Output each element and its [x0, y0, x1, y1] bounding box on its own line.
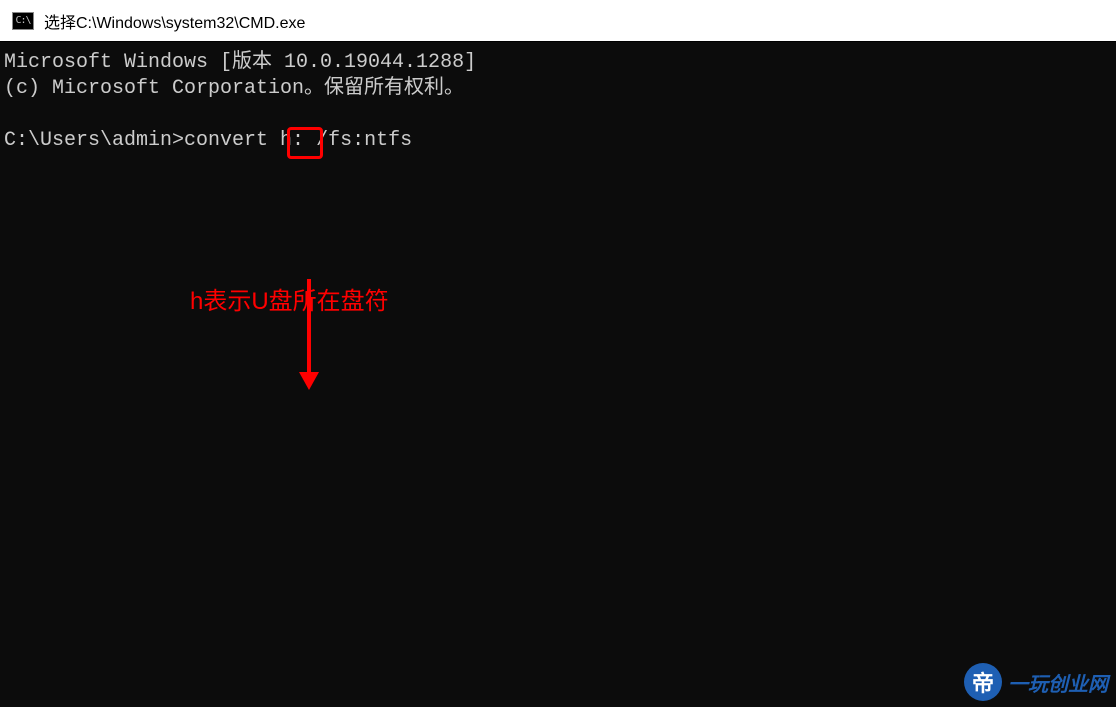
terminal-output-line: (c) Microsoft Corporation。保留所有权利。 — [4, 76, 1112, 102]
terminal-blank-line — [4, 102, 1112, 128]
watermark-icon: 帝 — [964, 663, 1002, 701]
command-highlighted: h: — [280, 129, 304, 152]
prompt: C:\Users\admin> — [4, 129, 184, 152]
window-title-bar[interactable]: C:\ 选择C:\Windows\system32\CMD.exe — [0, 0, 1116, 42]
cmd-icon: C:\ — [12, 12, 34, 30]
watermark-text: 一玩创业网 — [1008, 668, 1108, 697]
command-text: convert — [184, 129, 280, 152]
terminal-output-line: Microsoft Windows [版本 10.0.19044.1288] — [4, 50, 1112, 76]
terminal-area[interactable]: Microsoft Windows [版本 10.0.19044.1288] (… — [0, 42, 1116, 707]
annotation-label: h表示U盘所在盘符 — [190, 286, 389, 317]
window-title: 选择C:\Windows\system32\CMD.exe — [44, 9, 305, 33]
command-text: /fs:ntfs — [304, 129, 412, 152]
terminal-command-line: C:\Users\admin>convert h: /fs:ntfs — [4, 128, 1112, 154]
watermark: 帝 一玩创业网 — [964, 663, 1108, 701]
